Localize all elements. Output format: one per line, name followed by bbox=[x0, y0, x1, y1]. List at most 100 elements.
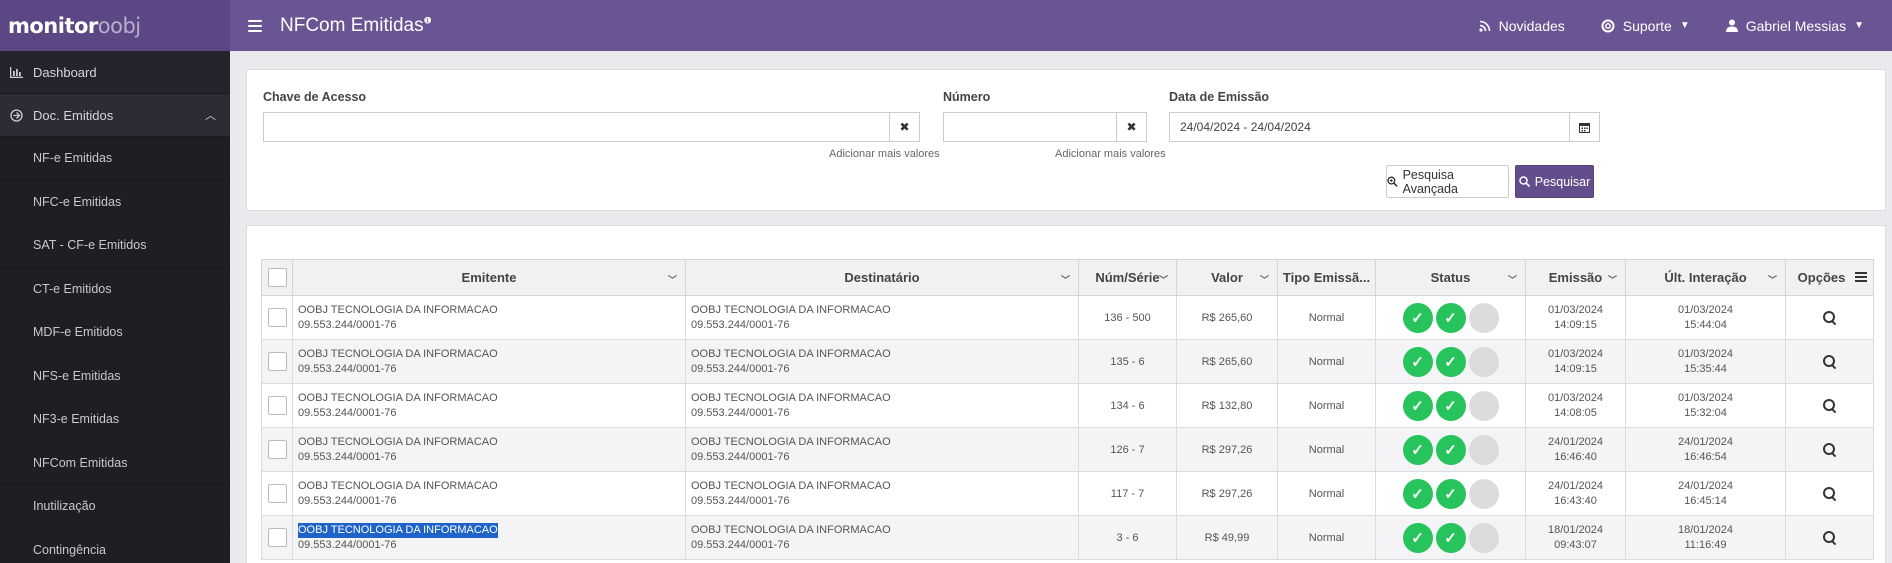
numero-add-values-link[interactable]: Adicionar mais valores bbox=[1055, 148, 1166, 160]
search-icon[interactable] bbox=[1822, 310, 1837, 325]
clear-icon[interactable]: ✖ bbox=[1116, 113, 1146, 141]
destinatario-cnpj: 09.553.244/0001-76 bbox=[691, 450, 790, 463]
col-tipo-emissao[interactable]: Tipo Emissã... bbox=[1277, 259, 1376, 296]
row-checkbox[interactable] bbox=[267, 484, 287, 503]
row-checkbox[interactable] bbox=[267, 396, 287, 415]
table-row[interactable]: OOBJ TECNOLOGIA DA INFORMACAO 09.553.244/… bbox=[261, 339, 1874, 384]
table-row[interactable]: OOBJ TECNOLOGIA DA INFORMACAO 09.553.244/… bbox=[261, 471, 1874, 516]
sidebar-item-dashboard[interactable]: Dashboard bbox=[0, 51, 230, 94]
sidebar-item-sat[interactable]: SAT - CF-e Emitidos bbox=[0, 224, 230, 268]
sidebar: Dashboard Doc. Emitidos ︿ NF-e Emitidas … bbox=[0, 51, 230, 563]
sidebar-item-nfce[interactable]: NFC-e Emitidas bbox=[0, 180, 230, 224]
table-row[interactable]: OOBJ TECNOLOGIA DA INFORMACAO 09.553.244/… bbox=[261, 295, 1874, 340]
sidebar-item-label: NFS-e Emitidas bbox=[33, 368, 121, 383]
arrow-circle-icon bbox=[10, 108, 23, 122]
row-checkbox[interactable] bbox=[267, 528, 287, 547]
valor-cell: R$ 265,60 bbox=[1176, 295, 1278, 340]
user-menu[interactable]: Gabriel Messias ▼ bbox=[1725, 18, 1864, 34]
sidebar-item-contingencia[interactable]: Contingência bbox=[0, 528, 230, 563]
logo-text-bold: monitor bbox=[8, 13, 98, 38]
sidebar-item-nfse[interactable]: NFS-e Emitidas bbox=[0, 354, 230, 398]
page-title: NFCom Emitidas❶ bbox=[280, 15, 432, 37]
col-emitente[interactable]: Emitente ﹀ bbox=[292, 259, 686, 296]
col-label: Núm/Série bbox=[1095, 270, 1160, 285]
search-icon[interactable] bbox=[1822, 398, 1837, 413]
bar-chart-icon bbox=[10, 66, 23, 78]
sidebar-item-nfe[interactable]: NF-e Emitidas bbox=[0, 137, 230, 181]
status-indicators: ✓ ✓ bbox=[1381, 390, 1520, 421]
sidebar-item-nfcom[interactable]: NFCom Emitidas bbox=[0, 441, 230, 485]
col-destinatario[interactable]: Destinatário ﹀ bbox=[685, 259, 1079, 296]
emissao-time: 16:43:40 bbox=[1554, 494, 1597, 507]
col-emissao[interactable]: Emissão ﹀ bbox=[1525, 259, 1626, 296]
check-icon: ✓ bbox=[1435, 478, 1466, 509]
logo[interactable]: monitoroobj bbox=[8, 14, 141, 38]
status-indicators: ✓ ✓ bbox=[1381, 434, 1520, 465]
col-ult-interacao[interactable]: Últ. Interação ﹀ bbox=[1625, 259, 1786, 296]
search-icon[interactable] bbox=[1822, 530, 1837, 545]
rss-icon bbox=[1479, 20, 1490, 32]
menu-toggle-icon[interactable] bbox=[248, 19, 262, 32]
table-row[interactable]: OOBJ TECNOLOGIA DA INFORMACAO 09.553.244/… bbox=[261, 427, 1874, 472]
caret-down-icon: ▼ bbox=[1679, 20, 1690, 31]
chevron-down-icon: ﹀ bbox=[1158, 275, 1168, 285]
valor-cell: R$ 297,26 bbox=[1176, 427, 1278, 472]
emitente-cnpj: 09.553.244/0001-76 bbox=[298, 538, 397, 551]
page-title-text: NFCom Emitidas bbox=[280, 14, 424, 36]
numero-input[interactable] bbox=[944, 113, 1116, 141]
emissao-time: 09:43:07 bbox=[1554, 538, 1597, 551]
row-checkbox[interactable] bbox=[267, 440, 287, 459]
info-icon[interactable]: ❶ bbox=[424, 15, 432, 25]
search-icon[interactable] bbox=[1822, 486, 1837, 501]
col-num-serie[interactable]: Núm/Série ﹀ bbox=[1078, 259, 1177, 296]
tipo-cell: Normal bbox=[1277, 383, 1376, 428]
num-serie-cell: 136 - 500 bbox=[1078, 295, 1177, 340]
status-indicators: ✓ ✓ bbox=[1381, 522, 1520, 553]
destinatario-cnpj: 09.553.244/0001-76 bbox=[691, 318, 790, 331]
row-checkbox[interactable] bbox=[267, 308, 287, 327]
col-label: Emitente bbox=[461, 270, 517, 285]
data-emissao-input[interactable]: 24/04/2024 - 24/04/2024 bbox=[1170, 113, 1569, 141]
ult-interacao-time: 15:35:44 bbox=[1684, 362, 1727, 375]
sidebar-item-inutilizacao[interactable]: Inutilização bbox=[0, 485, 230, 529]
search-icon[interactable] bbox=[1822, 442, 1837, 457]
valor-cell: R$ 132,80 bbox=[1176, 383, 1278, 428]
check-icon: ✓ bbox=[1435, 302, 1466, 333]
table-row[interactable]: OOBJ TECNOLOGIA DA INFORMACAO 09.553.244/… bbox=[261, 515, 1874, 560]
sidebar-item-doc-emitidos[interactable]: Doc. Emitidos ︿ bbox=[0, 94, 230, 137]
ult-interacao-date: 24/01/2024 bbox=[1677, 435, 1734, 448]
emissao-date: 01/03/2024 bbox=[1547, 347, 1604, 360]
novidades-link[interactable]: Novidades bbox=[1479, 18, 1565, 34]
search-icon[interactable] bbox=[1822, 354, 1837, 369]
numero-field: ✖ bbox=[943, 112, 1147, 142]
destinatario-cnpj: 09.553.244/0001-76 bbox=[691, 362, 790, 375]
chevron-down-icon: ﹀ bbox=[1060, 275, 1070, 285]
pending-icon bbox=[1468, 478, 1499, 509]
ult-interacao-time: 16:46:54 bbox=[1684, 450, 1727, 463]
sidebar-item-mdfe[interactable]: MDF-e Emitidos bbox=[0, 311, 230, 355]
chave-acesso-label: Chave de Acesso bbox=[263, 90, 367, 104]
tipo-cell: Normal bbox=[1277, 471, 1376, 516]
col-valor[interactable]: Valor ﹀ bbox=[1176, 259, 1278, 296]
suporte-dropdown[interactable]: Suporte ▼ bbox=[1601, 18, 1690, 34]
advanced-search-button[interactable]: Pesquisa Avançada bbox=[1386, 165, 1509, 198]
chave-acesso-input[interactable] bbox=[264, 113, 889, 141]
status-indicators: ✓ ✓ bbox=[1381, 302, 1520, 333]
search-button[interactable]: Pesquisar bbox=[1515, 165, 1594, 198]
numero-label: Número bbox=[943, 90, 991, 104]
sidebar-item-nf3e[interactable]: NF3-e Emitidas bbox=[0, 398, 230, 442]
sidebar-item-label: Inutilização bbox=[33, 499, 96, 514]
columns-menu-icon[interactable] bbox=[1855, 272, 1867, 282]
check-icon: ✓ bbox=[1435, 434, 1466, 465]
sidebar-item-cte[interactable]: CT-e Emitidos bbox=[0, 267, 230, 311]
clear-icon[interactable]: ✖ bbox=[889, 113, 919, 141]
chave-add-values-link[interactable]: Adicionar mais valores bbox=[829, 148, 940, 160]
calendar-icon[interactable] bbox=[1569, 113, 1599, 141]
emissao-time: 14:08:05 bbox=[1554, 406, 1597, 419]
select-all-checkbox[interactable] bbox=[267, 268, 287, 287]
row-checkbox[interactable] bbox=[267, 352, 287, 371]
advanced-search-label: Pesquisa Avançada bbox=[1402, 167, 1458, 196]
table-row[interactable]: OOBJ TECNOLOGIA DA INFORMACAO 09.553.244/… bbox=[261, 383, 1874, 428]
col-status[interactable]: Status ﹀ bbox=[1375, 259, 1526, 296]
check-icon: ✓ bbox=[1402, 346, 1433, 377]
